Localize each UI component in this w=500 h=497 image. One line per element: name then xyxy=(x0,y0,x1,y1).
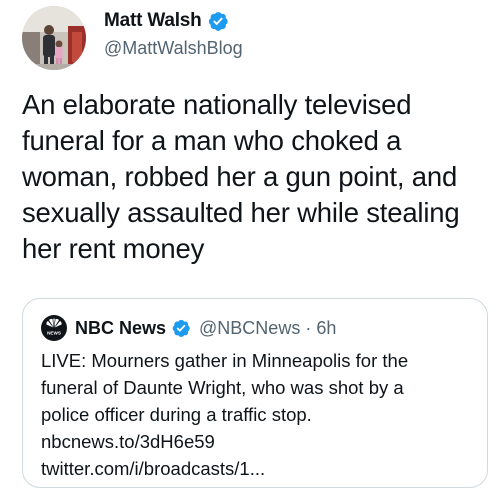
tweet-line: funeral for a man who choked a xyxy=(22,125,402,156)
nbc-logo-label: NEWS xyxy=(47,331,61,336)
quoted-link-nbcnews[interactable]: nbcnews.to/3dH6e59 xyxy=(41,428,471,455)
nbc-peacock-logo: NEWS xyxy=(41,315,67,341)
meta-separator: · xyxy=(305,317,312,338)
tweet-line: woman, robbed her a gun point, and xyxy=(22,161,458,192)
avatar[interactable] xyxy=(22,6,86,70)
author-name-row: Matt Walsh xyxy=(104,10,229,32)
quoted-author-name[interactable]: NBC News xyxy=(75,318,166,339)
verified-badge-icon xyxy=(207,10,229,32)
tweet-line: An elaborate nationally televised xyxy=(22,89,412,120)
quoted-link-broadcast[interactable]: twitter.com/i/broadcasts/1... xyxy=(41,455,471,482)
tweet-text: An elaborate nationally televised funera… xyxy=(22,87,492,267)
quoted-timestamp[interactable]: 6h xyxy=(316,318,336,339)
author-handle[interactable]: @MattWalshBlog xyxy=(104,38,243,59)
tweet-line: her rent money xyxy=(22,233,205,264)
quoted-line: funeral of Daunte Wright, who was shot b… xyxy=(41,377,404,398)
quoted-text: LIVE: Mourners gather in Minneapolis for… xyxy=(41,347,471,482)
tweet-line: sexually assaulted her while stealing xyxy=(22,197,460,228)
quoted-author-handle[interactable]: @NBCNews xyxy=(199,318,300,339)
quoted-line: police officer during a traffic stop. xyxy=(41,404,312,425)
quoted-tweet-card[interactable]: NEWS NBC News @NBCNews · 6h LIVE: Mourne… xyxy=(22,298,488,488)
quoted-header: NEWS NBC News @NBCNews · 6h xyxy=(41,315,336,341)
profile-photo xyxy=(22,6,86,70)
quoted-line: LIVE: Mourners gather in Minneapolis for… xyxy=(41,350,409,371)
verified-badge-icon xyxy=(171,318,191,338)
author-name[interactable]: Matt Walsh xyxy=(104,10,202,32)
